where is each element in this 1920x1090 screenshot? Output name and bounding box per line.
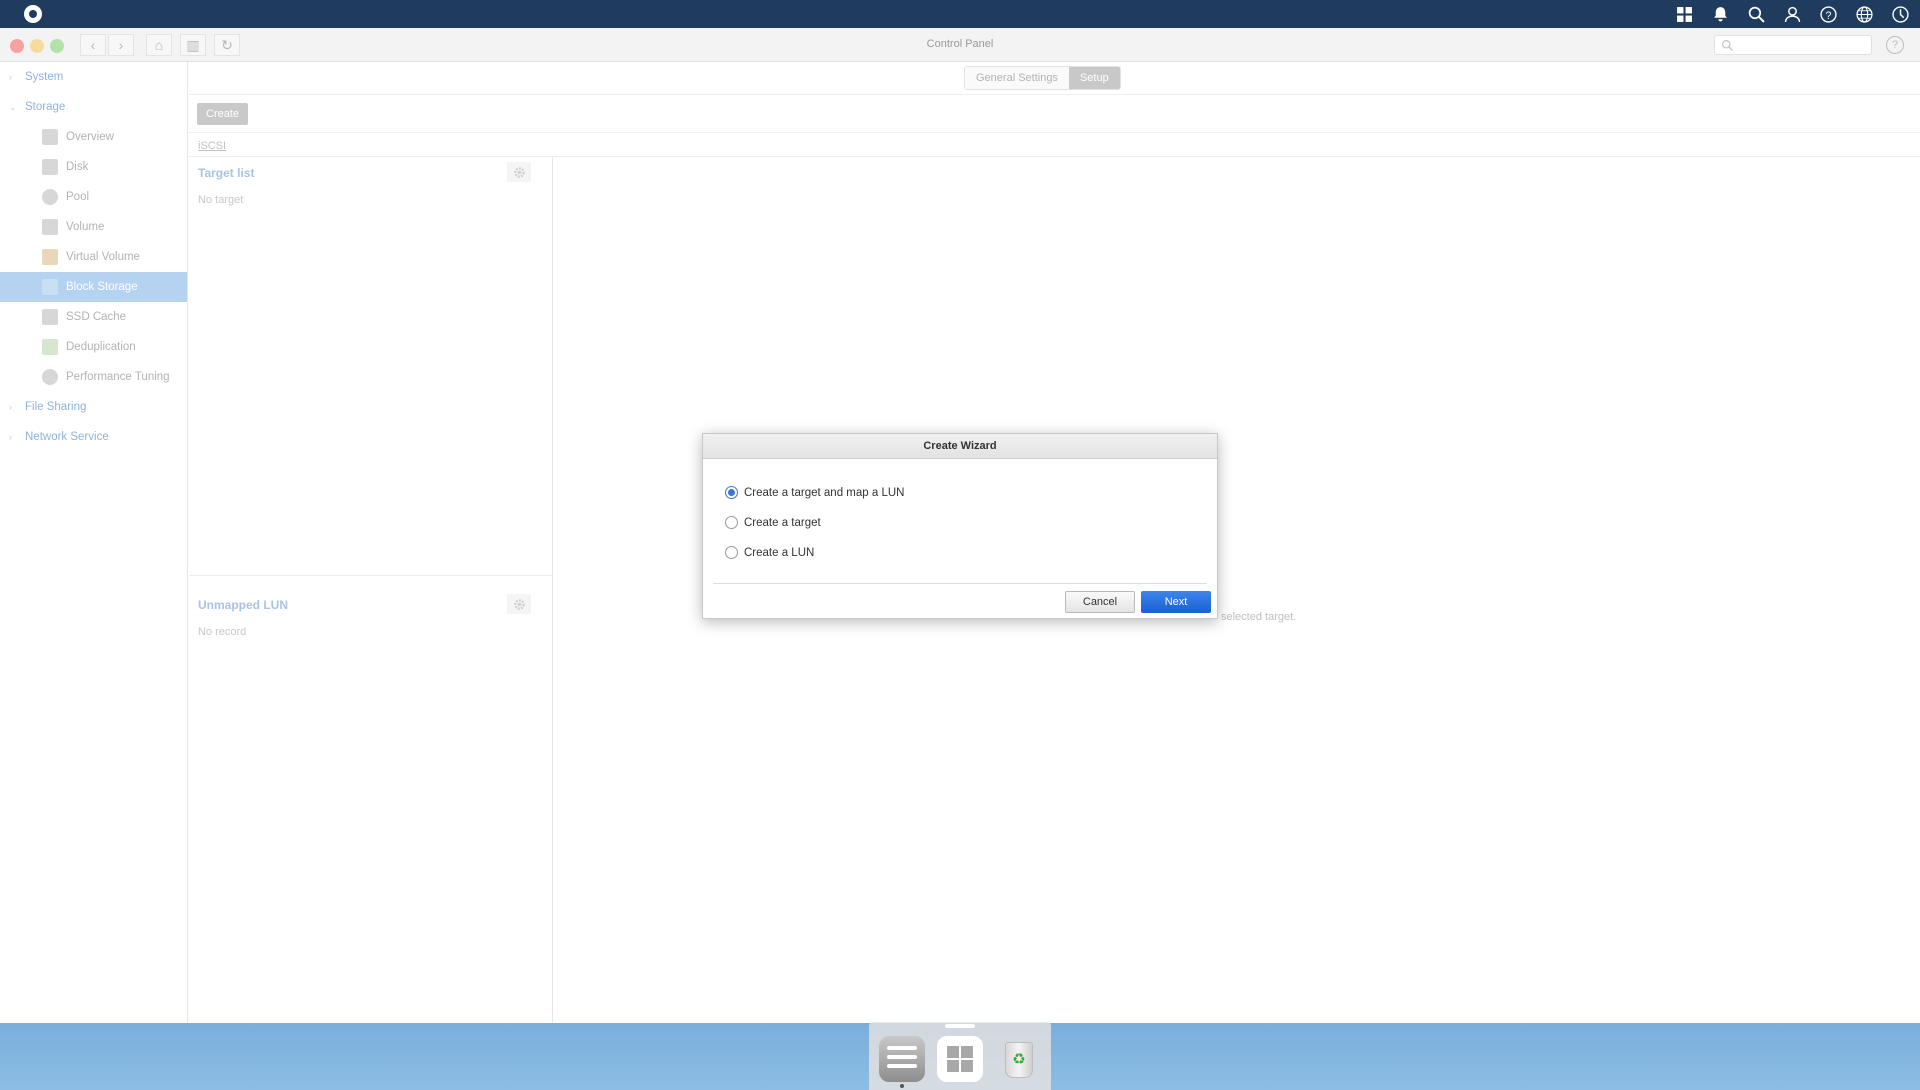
sidebar-group-label: System <box>25 71 64 83</box>
pool-icon <box>42 189 58 205</box>
unmapped-lun-gear-icon[interactable] <box>507 594 531 614</box>
window-title-bar: ‹ › ⌂ ▥ ↻ Control Panel ? <box>0 28 1920 62</box>
sidebar: › System ⌄ Storage Overview Disk Pool Vo… <box>0 62 188 1023</box>
dock-handle[interactable] <box>945 1024 975 1028</box>
sidebar-item-label: Block Storage <box>66 281 138 293</box>
sidebar-item-volume[interactable]: Volume <box>0 212 187 242</box>
svg-text:?: ? <box>1825 9 1831 21</box>
recycle-bin-icon[interactable]: ♻ <box>995 1036 1041 1082</box>
tabs-bar: General Settings Setup <box>189 62 1920 95</box>
unmapped-lun-title: Unmapped LUN <box>198 598 288 612</box>
search-icon[interactable] <box>1746 4 1766 24</box>
tab-iscsi[interactable]: iSCSI <box>198 140 226 152</box>
app-grid-icon[interactable] <box>1674 4 1694 24</box>
radio-button[interactable] <box>725 516 738 529</box>
divider <box>713 583 1207 584</box>
left-pane: Target list No target Unmapped LUN No re… <box>189 157 553 1023</box>
search-icon <box>1722 40 1733 51</box>
notification-bell-icon[interactable] <box>1710 4 1730 24</box>
sidebar-group-label: File Sharing <box>25 401 87 413</box>
sidebar-item-label: Performance Tuning <box>66 371 170 383</box>
control-panel-app-icon[interactable] <box>879 1036 925 1082</box>
sidebar-item-pool[interactable]: Pool <box>0 182 187 212</box>
language-globe-icon[interactable] <box>1854 4 1874 24</box>
sidebar-item-label: Virtual Volume <box>66 251 140 263</box>
sidebar-group-system[interactable]: › System <box>0 62 187 92</box>
option-label: Create a LUN <box>744 546 815 559</box>
block-storage-icon <box>42 279 58 295</box>
sidebar-item-block-storage[interactable]: Block Storage <box>0 272 187 302</box>
user-icon[interactable] <box>1782 4 1802 24</box>
sidebar-group-label: Storage <box>25 101 66 113</box>
sidebar-item-virtual-volume[interactable]: Virtual Volume <box>0 242 187 272</box>
window-search-input[interactable] <box>1714 35 1872 55</box>
sidebar-group-network-service[interactable]: › Network Service <box>0 422 187 452</box>
chevron-down-icon: ⌄ <box>9 102 17 112</box>
target-list-empty: No target <box>198 194 244 206</box>
right-pane-message: selected target. <box>1221 611 1297 623</box>
divider <box>189 575 553 576</box>
unmapped-lun-empty: No record <box>198 626 247 638</box>
create-wizard-dialog: Create Wizard Create a target and map a … <box>702 433 1218 619</box>
segmented-tabs: General Settings Setup <box>964 66 1121 90</box>
sidebar-item-performance-tuning[interactable]: Performance Tuning <box>0 362 187 392</box>
chevron-right-icon: › <box>9 402 12 412</box>
overview-icon <box>42 129 58 145</box>
tab-general-settings[interactable]: General Settings <box>965 67 1069 89</box>
sidebar-group-storage[interactable]: ⌄ Storage <box>0 92 187 122</box>
option-target[interactable]: Create a target <box>725 516 821 529</box>
ssd-cache-icon <box>42 309 58 325</box>
performance-tuning-icon <box>42 369 58 385</box>
qnap-logo-icon[interactable] <box>24 5 42 23</box>
toolbar: Create <box>189 95 1920 133</box>
help-icon[interactable]: ? <box>1818 4 1838 24</box>
option-target-and-lun[interactable]: Create a target and map a LUN <box>725 486 904 499</box>
sidebar-item-label: Volume <box>66 221 105 233</box>
sidebar-item-disk[interactable]: Disk <box>0 152 187 182</box>
target-list-title: Target list <box>198 166 255 180</box>
sidebar-group-label: Network Service <box>25 431 109 443</box>
disk-icon <box>42 159 58 175</box>
volume-icon <box>42 219 58 235</box>
dock: ♻ <box>869 1022 1051 1090</box>
sidebar-item-ssd-cache[interactable]: SSD Cache <box>0 302 187 332</box>
top-bar-icons: ? <box>1674 4 1910 24</box>
main-menu-app-icon[interactable] <box>937 1036 983 1082</box>
next-button[interactable]: Next <box>1141 591 1211 613</box>
deduplication-icon <box>42 339 58 355</box>
sidebar-item-overview[interactable]: Overview <box>0 122 187 152</box>
radio-button-checked[interactable] <box>725 486 738 499</box>
system-top-bar: ? <box>0 0 1920 28</box>
running-indicator <box>900 1084 904 1088</box>
sidebar-item-label: Disk <box>66 161 89 173</box>
recycle-symbol-icon: ♻ <box>1012 1051 1026 1068</box>
sidebar-item-deduplication[interactable]: Deduplication <box>0 332 187 362</box>
dialog-title: Create Wizard <box>703 434 1217 459</box>
resource-monitor-icon[interactable] <box>1890 4 1910 24</box>
tab-setup[interactable]: Setup <box>1068 67 1120 89</box>
chevron-right-icon: › <box>9 72 12 82</box>
create-button[interactable]: Create <box>197 103 249 125</box>
chevron-right-icon: › <box>9 432 12 442</box>
sidebar-item-label: Overview <box>66 131 114 143</box>
option-lun[interactable]: Create a LUN <box>725 546 814 559</box>
sidebar-item-label: Pool <box>66 191 90 203</box>
option-label: Create a target <box>744 516 821 529</box>
radio-button[interactable] <box>725 546 738 559</box>
cancel-button[interactable]: Cancel <box>1065 591 1135 613</box>
sidebar-item-label: SSD Cache <box>66 311 127 323</box>
sidebar-item-label: Deduplication <box>66 341 136 353</box>
target-list-gear-icon[interactable] <box>507 162 531 182</box>
window-help-icon[interactable]: ? <box>1886 36 1904 54</box>
virtual-volume-icon <box>42 249 58 265</box>
sidebar-group-file-sharing[interactable]: › File Sharing <box>0 392 187 422</box>
option-label: Create a target and map a LUN <box>744 486 905 499</box>
window-title: Control Panel <box>926 38 994 50</box>
